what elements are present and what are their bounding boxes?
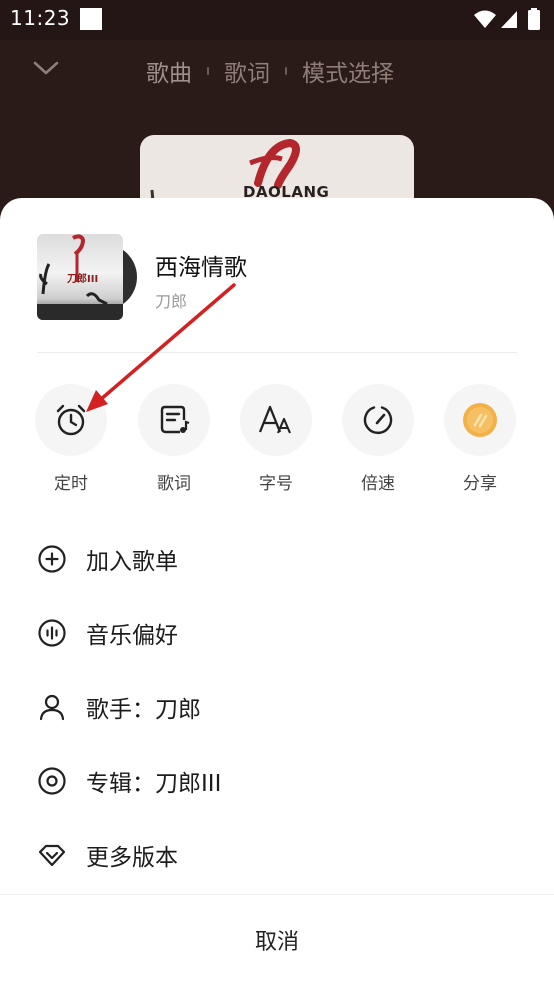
album-art-text: 刀郎III <box>67 274 99 285</box>
person-icon <box>39 694 65 721</box>
divider <box>37 352 517 353</box>
options-sheet: 刀郎III 西海情歌 刀郎 定时 歌词 字号 倍速 分享 加入歌单 音乐偏好 歌… <box>0 198 554 984</box>
player-tabs: 歌曲 歌词 模式选择 <box>146 54 394 88</box>
album-disc-icon-wrap <box>36 765 68 797</box>
menu-item-more-versions[interactable]: 更多版本 <box>36 830 516 880</box>
add-circle-icon <box>38 545 66 573</box>
alarm-clock-icon <box>56 404 86 436</box>
audio-wave-icon-wrap <box>36 617 68 649</box>
audio-wave-icon <box>38 619 66 647</box>
song-info: 刀郎III 西海情歌 刀郎 <box>37 234 517 324</box>
action-label: 歌词 <box>157 474 191 494</box>
menu-item-music-preference[interactable]: 音乐偏好 <box>36 608 516 658</box>
speed-gauge-icon <box>363 406 393 434</box>
lyrics-circle <box>138 384 210 456</box>
person-icon-wrap <box>36 691 68 723</box>
diamond-icon-wrap <box>36 839 68 871</box>
tab-separator <box>285 67 287 75</box>
share-circle <box>444 384 516 456</box>
action-label: 倍速 <box>361 474 395 494</box>
menu-label: 歌手：刀郎 <box>86 697 201 723</box>
action-label: 字号 <box>259 474 293 494</box>
cancel-button[interactable]: 取消 <box>0 895 554 984</box>
action-row: 定时 歌词 字号 倍速 分享 <box>0 384 554 494</box>
font-size-icon <box>258 405 291 434</box>
menu-label: 更多版本 <box>86 845 178 871</box>
tab-song[interactable]: 歌曲 <box>146 54 192 88</box>
lyrics-note-icon <box>160 405 190 434</box>
cellular-icon <box>501 11 517 28</box>
action-label: 分享 <box>463 474 497 494</box>
song-artist: 刀郎 <box>155 292 188 311</box>
album-thumbnail: 刀郎III <box>37 234 137 320</box>
timer-button[interactable]: 定时 <box>26 384 116 494</box>
action-label: 定时 <box>54 474 88 494</box>
menu-label: 加入歌单 <box>86 549 178 575</box>
status-time: 11:23 <box>10 6 71 30</box>
timer-circle <box>35 384 107 456</box>
font-size-button[interactable]: 字号 <box>231 384 321 494</box>
menu-label: 音乐偏好 <box>86 623 178 649</box>
notification-icon <box>80 8 102 30</box>
share-coin-icon <box>463 403 497 437</box>
player-header: 歌曲 歌词 模式选择 <box>0 40 554 100</box>
menu-item-add-to-playlist[interactable]: 加入歌单 <box>36 534 516 584</box>
menu-item-artist[interactable]: 歌手：刀郎 <box>36 682 516 732</box>
chevron-down-icon[interactable] <box>32 58 60 78</box>
speed-circle <box>342 384 414 456</box>
add-circle-icon-wrap <box>36 543 68 575</box>
tab-mode-select[interactable]: 模式选择 <box>302 54 394 88</box>
menu-item-album[interactable]: 专辑：刀郎III <box>36 756 516 806</box>
album-disc-icon <box>38 767 66 795</box>
tab-lyrics[interactable]: 歌词 <box>224 54 270 88</box>
tab-separator <box>207 67 209 75</box>
menu-label: 专辑：刀郎III <box>86 771 222 797</box>
share-button[interactable]: 分享 <box>435 384 525 494</box>
wifi-icon <box>474 10 496 28</box>
playback-speed-button[interactable]: 倍速 <box>333 384 423 494</box>
battery-icon <box>528 8 540 30</box>
diamond-icon <box>38 844 66 867</box>
song-title: 西海情歌 <box>155 255 247 281</box>
album-art: 刀郎III <box>37 234 123 320</box>
status-bar: 11:23 <box>0 0 554 40</box>
font-size-circle <box>240 384 312 456</box>
lyrics-button[interactable]: 歌词 <box>129 384 219 494</box>
